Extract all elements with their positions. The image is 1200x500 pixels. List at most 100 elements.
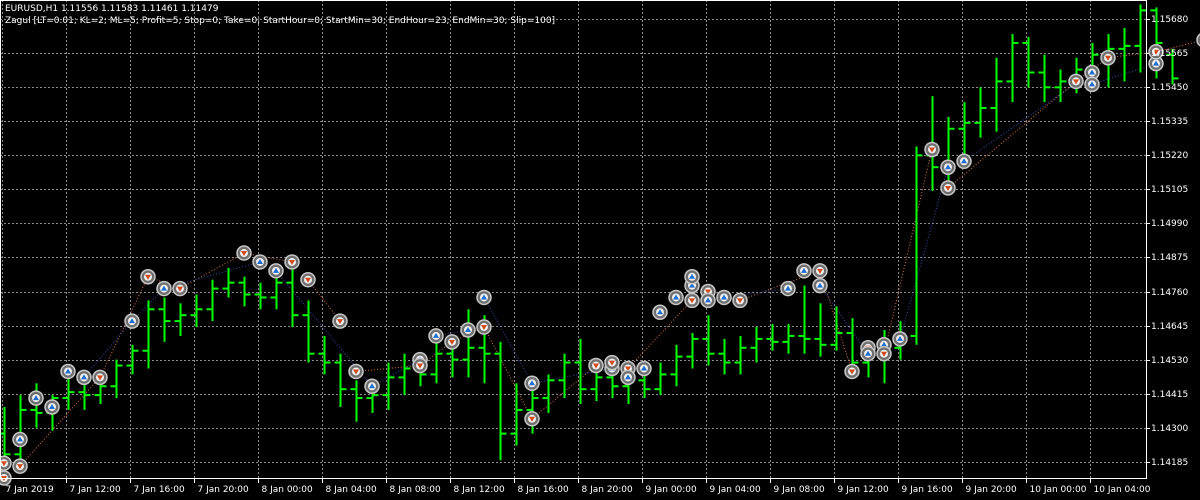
trade-link-line bbox=[899, 167, 949, 340]
time-label: 9 Jan 08:00 bbox=[773, 485, 825, 495]
sell-marker bbox=[300, 271, 316, 288]
buy-marker bbox=[716, 289, 732, 306]
sell-marker bbox=[476, 319, 492, 335]
trade-link-line bbox=[483, 326, 533, 420]
time-label: 7 Jan 2019 bbox=[5, 485, 54, 495]
time-label: 8 Jan 12:00 bbox=[453, 485, 505, 495]
buy-marker bbox=[124, 313, 140, 329]
trade-markers bbox=[0, 33, 1200, 486]
ohlc-bar bbox=[814, 303, 827, 357]
buy-marker bbox=[668, 289, 684, 306]
trade-link-line bbox=[83, 320, 133, 378]
buy-marker bbox=[892, 331, 908, 347]
ohlc-bar bbox=[910, 146, 923, 345]
ohlc-bar bbox=[974, 87, 987, 138]
sell-marker bbox=[812, 263, 828, 279]
time-label: 9 Jan 12:00 bbox=[837, 485, 889, 495]
price-label: 1.15335 bbox=[1151, 116, 1189, 127]
price-label: 1.14300 bbox=[1151, 423, 1189, 434]
ohlc-bar bbox=[462, 309, 475, 378]
time-label: 7 Jan 16:00 bbox=[133, 485, 185, 495]
buy-marker bbox=[620, 369, 636, 386]
price-label: 1.15220 bbox=[1151, 150, 1189, 161]
time-label: 9 Jan 04:00 bbox=[709, 485, 761, 495]
ohlc-bar bbox=[254, 282, 267, 310]
time-label: 9 Jan 16:00 bbox=[901, 485, 953, 495]
buy-marker bbox=[1084, 76, 1100, 93]
time-label: 10 Jan 04:00 bbox=[1093, 485, 1151, 495]
price-label: 1.14645 bbox=[1151, 321, 1189, 332]
ohlc-bar bbox=[686, 332, 699, 369]
ohlc-bar bbox=[158, 297, 171, 342]
price-label: 1.14990 bbox=[1151, 218, 1189, 229]
ohlc-bar bbox=[1038, 54, 1051, 103]
sell-marker bbox=[844, 363, 860, 380]
sell-marker bbox=[0, 455, 12, 471]
ohlc-bar bbox=[830, 306, 843, 351]
plot-border bbox=[0, 0, 1147, 479]
sell-marker bbox=[876, 345, 892, 362]
sell-marker bbox=[524, 411, 540, 427]
buy-marker bbox=[780, 280, 796, 297]
price-chart[interactable] bbox=[0, 0, 1200, 500]
price-label: 1.14760 bbox=[1151, 287, 1189, 298]
time-label: 8 Jan 00:00 bbox=[261, 485, 313, 495]
ohlc-bar bbox=[318, 335, 331, 375]
buy-marker bbox=[812, 277, 828, 294]
price-label: 1.15680 bbox=[1151, 14, 1189, 25]
ohlc-bar bbox=[222, 267, 235, 298]
sell-marker bbox=[140, 268, 156, 285]
buy-marker bbox=[364, 378, 380, 394]
buy-marker bbox=[956, 153, 972, 170]
trade-link-line bbox=[819, 285, 869, 354]
sell-marker bbox=[444, 334, 460, 350]
buy-marker bbox=[252, 254, 268, 270]
price-label: 1.14415 bbox=[1151, 389, 1189, 400]
time-label: 8 Jan 20:00 bbox=[581, 485, 633, 495]
buy-marker bbox=[156, 280, 172, 297]
buy-marker bbox=[652, 304, 668, 321]
ohlc-bar bbox=[430, 338, 443, 384]
time-label: 8 Jan 04:00 bbox=[325, 485, 377, 495]
buy-marker bbox=[12, 431, 28, 448]
price-label: 1.14530 bbox=[1151, 355, 1189, 366]
sell-marker bbox=[1100, 49, 1116, 66]
sell-marker bbox=[732, 292, 748, 309]
sell-marker bbox=[236, 245, 252, 261]
buy-marker bbox=[684, 268, 700, 285]
ohlc-bar bbox=[542, 374, 555, 413]
sell-marker bbox=[284, 254, 300, 270]
ohlc-bar bbox=[174, 303, 187, 336]
ohlc-bar bbox=[670, 344, 683, 387]
time-label: 7 Jan 20:00 bbox=[197, 485, 249, 495]
ohlc-bar bbox=[142, 300, 155, 369]
buy-marker bbox=[28, 390, 44, 406]
buy-marker bbox=[860, 345, 876, 362]
ohlc-bar bbox=[702, 315, 715, 366]
buy-marker bbox=[60, 363, 76, 380]
sell-marker bbox=[684, 292, 700, 309]
buy-marker bbox=[636, 360, 652, 377]
price-label: 1.14185 bbox=[1151, 457, 1189, 468]
ohlc-bar bbox=[206, 279, 219, 322]
ohlc-bars bbox=[0, 4, 1179, 473]
buy-marker bbox=[524, 375, 540, 392]
buy-marker bbox=[268, 263, 284, 279]
sell-marker bbox=[172, 280, 188, 297]
ohlc-bar bbox=[1006, 34, 1019, 103]
ohlc-bar bbox=[398, 353, 411, 396]
trade-link-lines bbox=[19, 40, 1200, 467]
chart-window[interactable]: EURUSD,H1 1.11556 1.11583 1.11461 1.1147… bbox=[0, 0, 1200, 500]
ohlc-bar bbox=[750, 327, 763, 363]
ohlc-bar bbox=[110, 359, 123, 399]
ohlc-bar bbox=[190, 294, 203, 328]
ohlc-bar bbox=[62, 377, 75, 410]
ohlc-bar bbox=[270, 273, 283, 310]
buy-marker bbox=[940, 159, 956, 175]
sell-marker bbox=[412, 357, 428, 374]
time-label: 9 Jan 20:00 bbox=[965, 485, 1017, 495]
buy-marker bbox=[76, 369, 92, 386]
sell-marker bbox=[92, 369, 108, 386]
ohlc-bar bbox=[382, 362, 395, 410]
price-label: 1.14875 bbox=[1151, 252, 1189, 263]
